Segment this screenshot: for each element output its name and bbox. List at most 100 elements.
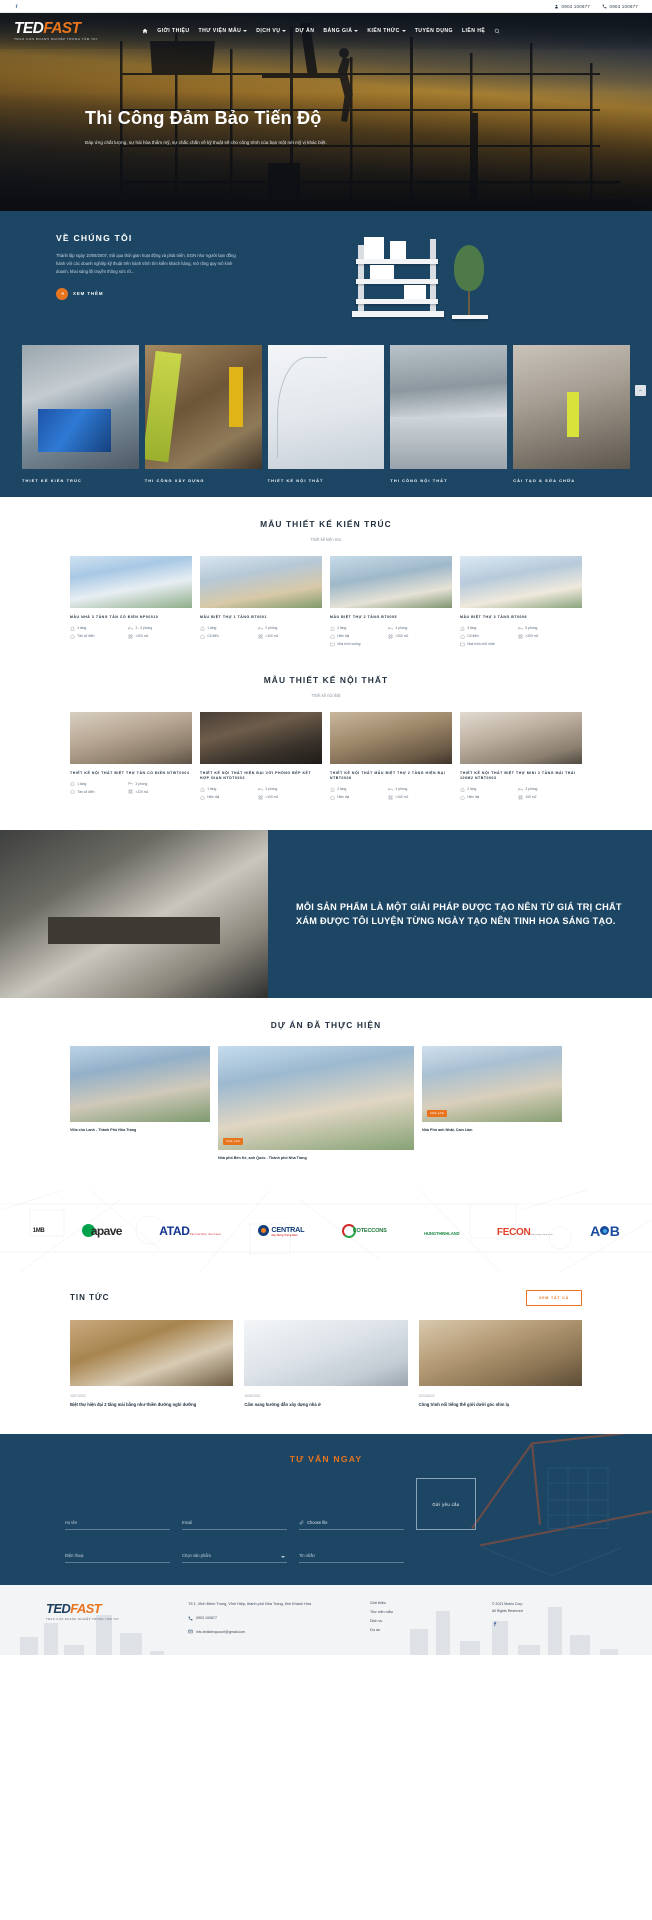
interior-card-1[interactable]: THIẾT KẾ NỘI THẤT HIỆN ĐẠI VỚI PHÒNG BẾP… [200, 711, 322, 800]
field-phone [65, 1544, 170, 1564]
scroll-to-top-button[interactable] [635, 385, 646, 396]
nav-item-2[interactable]: DỊCH VỤ [256, 28, 287, 34]
spec-item: 2 tầng [330, 787, 381, 792]
top-bar-contact-1[interactable]: 0903 100877 [554, 4, 590, 9]
footer-link-3[interactable]: Dự án [370, 1628, 470, 1632]
architecture-name-1: MẪU BIỆT THỰ 1 TẦNG BT0001 [200, 615, 267, 619]
nav-item-3[interactable]: DỰ ÁN [295, 28, 314, 34]
spec-item: Nhà hình chữ nhật [460, 642, 570, 647]
top-bar-contact-2[interactable]: 0903 100877 [602, 4, 638, 9]
news-card-1[interactable]: 19/04/2022 Cẩm nang hướng dẫn xây dựng n… [244, 1319, 408, 1409]
interior-card-2[interactable]: THIẾT KẾ NỘI THẤT MẪU BIỆT THỰ 2 TẦNG HI… [330, 711, 452, 800]
submit-button[interactable]: Gửi yêu cầu [416, 1478, 476, 1531]
nav-item-0-label: GIỚI THIỆU [157, 28, 190, 34]
about-title: VỀ CHÚNG TÔI [56, 233, 133, 243]
interior-card-0[interactable]: THIẾT KẾ NỘI THẤT BIỆT THỰ TÂN CỔ ĐIỂN N… [70, 711, 192, 800]
nav-item-1[interactable]: THƯ VIỆN MẪU [199, 28, 248, 34]
project-caption-1: Nhà phố Bến Ké, anh Quốc - Thành phố Nha… [218, 1155, 307, 1160]
spec-item: >100 m2 [258, 634, 309, 639]
project-card-1[interactable]: Nhà phố Nhà phố Bến Ké, anh Quốc - Thành… [218, 1045, 414, 1162]
news-card-0[interactable]: 22/07/2022 Biệt thự hiện đại 2 tầng mái … [70, 1319, 234, 1409]
partner-logo-1[interactable]: apave [81, 1224, 122, 1238]
field-file[interactable]: Choose file [299, 1520, 404, 1531]
home-icon [142, 28, 148, 34]
nav-search-button[interactable] [494, 28, 500, 34]
category-tile-3[interactable]: THI CÔNG NỘI THẤT [390, 345, 508, 483]
architecture-section: MẪU THIẾT KẾ KIẾN TRÚC Thiết kế kiến trú… [0, 497, 652, 653]
footer-logo[interactable]: TED FAST TRAO CON DOANH NGHIỆP TRONG TẦM … [46, 1601, 166, 1635]
interior-name-3: THIẾT KẾ NỘI THẤT BIỆT THỰ MINI 2 TẦNG M… [460, 770, 576, 781]
architecture-image-0 [70, 556, 192, 608]
footer-phone-line[interactable]: 0903 100877 [188, 1615, 348, 1621]
partner-logo-4[interactable]: COTECCONS [341, 1223, 387, 1238]
spec-item: 4 tầng [70, 626, 121, 631]
architecture-card-1[interactable]: MẪU BIỆT THỰ 1 TẦNG BT0001 1 tầng 2 phòn… [200, 556, 322, 647]
product-select[interactable]: Chọn sản phẩm [182, 1553, 287, 1564]
name-input[interactable] [65, 1520, 170, 1531]
spec-item: >100 m2 [258, 795, 309, 800]
partner-logo-6[interactable]: FECONNền móng công trình [497, 1222, 553, 1240]
architecture-card-2[interactable]: MẪU BIỆT THỰ 2 TẦNG BT0005 2 tầng 4 phòn… [330, 556, 452, 647]
message-input[interactable] [299, 1553, 404, 1564]
footer-link-0[interactable]: Giới thiệu [370, 1601, 470, 1605]
footer-link-2[interactable]: Dịch vụ [370, 1619, 470, 1623]
news-view-all-button[interactable]: XEM TẤT CẢ [526, 1289, 582, 1306]
nav-item-home[interactable] [142, 28, 148, 34]
contact-section: TƯ VẤN NGAY Choose file Gửi yêu cầu Chọn… [0, 1434, 652, 1586]
page-root: 0903 100877 0903 100877 TED FAST TRAO CO… [0, 0, 652, 1656]
news-section: TIN TỨC XEM TẤT CẢ 22/07/2022 Biệt thự h… [0, 1271, 652, 1435]
nav-item-4-label: BẢNG GIÁ [323, 28, 353, 34]
nav-item-6[interactable]: TUYỂN DỤNG [415, 28, 453, 34]
chevron-down-icon [281, 1556, 285, 1559]
about-section: VỀ CHÚNG TÔI Thành lập ngày 10/06/2007, … [0, 211, 652, 345]
category-tile-4[interactable]: CẢI TẠO & SỬA CHỮA [513, 345, 630, 483]
top-bar: 0903 100877 0903 100877 [0, 0, 652, 13]
project-card-0[interactable]: Villa chú Lanh - Thành Phố Nha Trang [70, 1045, 210, 1134]
news-card-2[interactable]: 22/03/2022 Công trình nổi tiếng thế giới… [418, 1319, 582, 1409]
facebook-icon[interactable] [14, 3, 19, 9]
interior-card-3[interactable]: THIẾT KẾ NỘI THẤT BIỆT THỰ MINI 2 TẦNG M… [460, 711, 582, 800]
nav-item-7[interactable]: LIÊN HỆ [462, 28, 485, 34]
bed-icon [128, 626, 133, 630]
nav-item-0[interactable]: GIỚI THIỆU [157, 28, 189, 34]
architecture-card-3[interactable]: MẪU BIỆT THỰ 3 TẦNG BT0006 3 tầng 5 phòn… [460, 556, 582, 647]
partner-logo-2[interactable]: ATADPartnership Success [159, 1222, 221, 1240]
partner-logo-0[interactable]: 1MB [33, 1228, 45, 1234]
area-icon [518, 634, 523, 638]
spec-item: 3 phòng [518, 787, 569, 792]
project-caption-2: Nhà Phố anh Nhật, Cam Lâm [422, 1127, 473, 1132]
architecture-specs-1: 1 tầng 2 phòng Cổ điển >100 m2 [200, 626, 322, 639]
footer-address: Tổ 1, Vĩnh Điềm Trung, Vĩnh Hiệp, thành … [188, 1602, 312, 1607]
interior-specs-0: 1 tầng 3 phòng Tân cổ điển >220 m2 [70, 781, 192, 794]
spec-item: >100 m2 [388, 795, 439, 800]
architecture-card-0[interactable]: MẪU NHÀ 3 TẦNG TÂN CỔ ĐIỂN NP00010 4 tần… [70, 556, 192, 647]
category-tile-0[interactable]: THIẾT KẾ KIẾN TRÚC [22, 345, 139, 483]
footer-email-line[interactable]: info.tedkienquocnt@gmail.com [188, 1629, 348, 1635]
partner-logo-3[interactable]: CENTRAL Xây Dựng Trung Nam [258, 1225, 305, 1237]
category-tile-1[interactable]: THI CÔNG XÂY DỰNG [144, 345, 262, 483]
area-icon [388, 634, 393, 638]
nav-item-4[interactable]: BẢNG GIÁ [323, 28, 359, 34]
facebook-icon[interactable] [492, 1620, 498, 1627]
logo-text: TED FAST [14, 21, 98, 37]
email-input[interactable] [182, 1520, 287, 1531]
footer-logo-text: TED FAST [46, 1601, 102, 1617]
phone-input[interactable] [65, 1553, 170, 1564]
nav-item-5[interactable]: KIẾN THỨC [367, 28, 406, 34]
project-badge-2: Nhà phố [427, 1109, 448, 1117]
project-image-2: Nhà phố [422, 1045, 562, 1122]
site-logo[interactable]: TED FAST TRAO CON DOANH NGHIỆP TRONG TẦM … [14, 21, 98, 41]
partner-logo-5[interactable]: HUNGTHINHLAND [424, 1222, 460, 1240]
about-content: VỀ CHÚNG TÔI Thành lập ngày 10/06/2007, … [46, 233, 241, 300]
quote-text: MỖI SẢN PHẨM LÀ MỘT GIẢI PHÁP ĐƯỢC TẠO N… [296, 901, 622, 926]
category-label-2: THIẾT KẾ NỘI THẤT [267, 478, 324, 483]
spec-item: 1 tầng [200, 787, 251, 792]
category-tile-2[interactable]: THIẾT KẾ NỘI THẤT [267, 345, 385, 483]
top-bar-contacts: 0903 100877 0903 100877 [554, 4, 638, 9]
about-more-button[interactable]: XEM THÊM [56, 287, 241, 300]
project-card-2[interactable]: Nhà phố Nhà Phố anh Nhật, Cam Lâm [422, 1045, 562, 1134]
news-date-2: 22/03/2022 [418, 1393, 435, 1398]
footer-link-1[interactable]: Thư viện mẫu [370, 1610, 470, 1614]
partner-logo-7[interactable]: AB [590, 1223, 620, 1239]
spec-item: Cổ điển [200, 634, 251, 639]
